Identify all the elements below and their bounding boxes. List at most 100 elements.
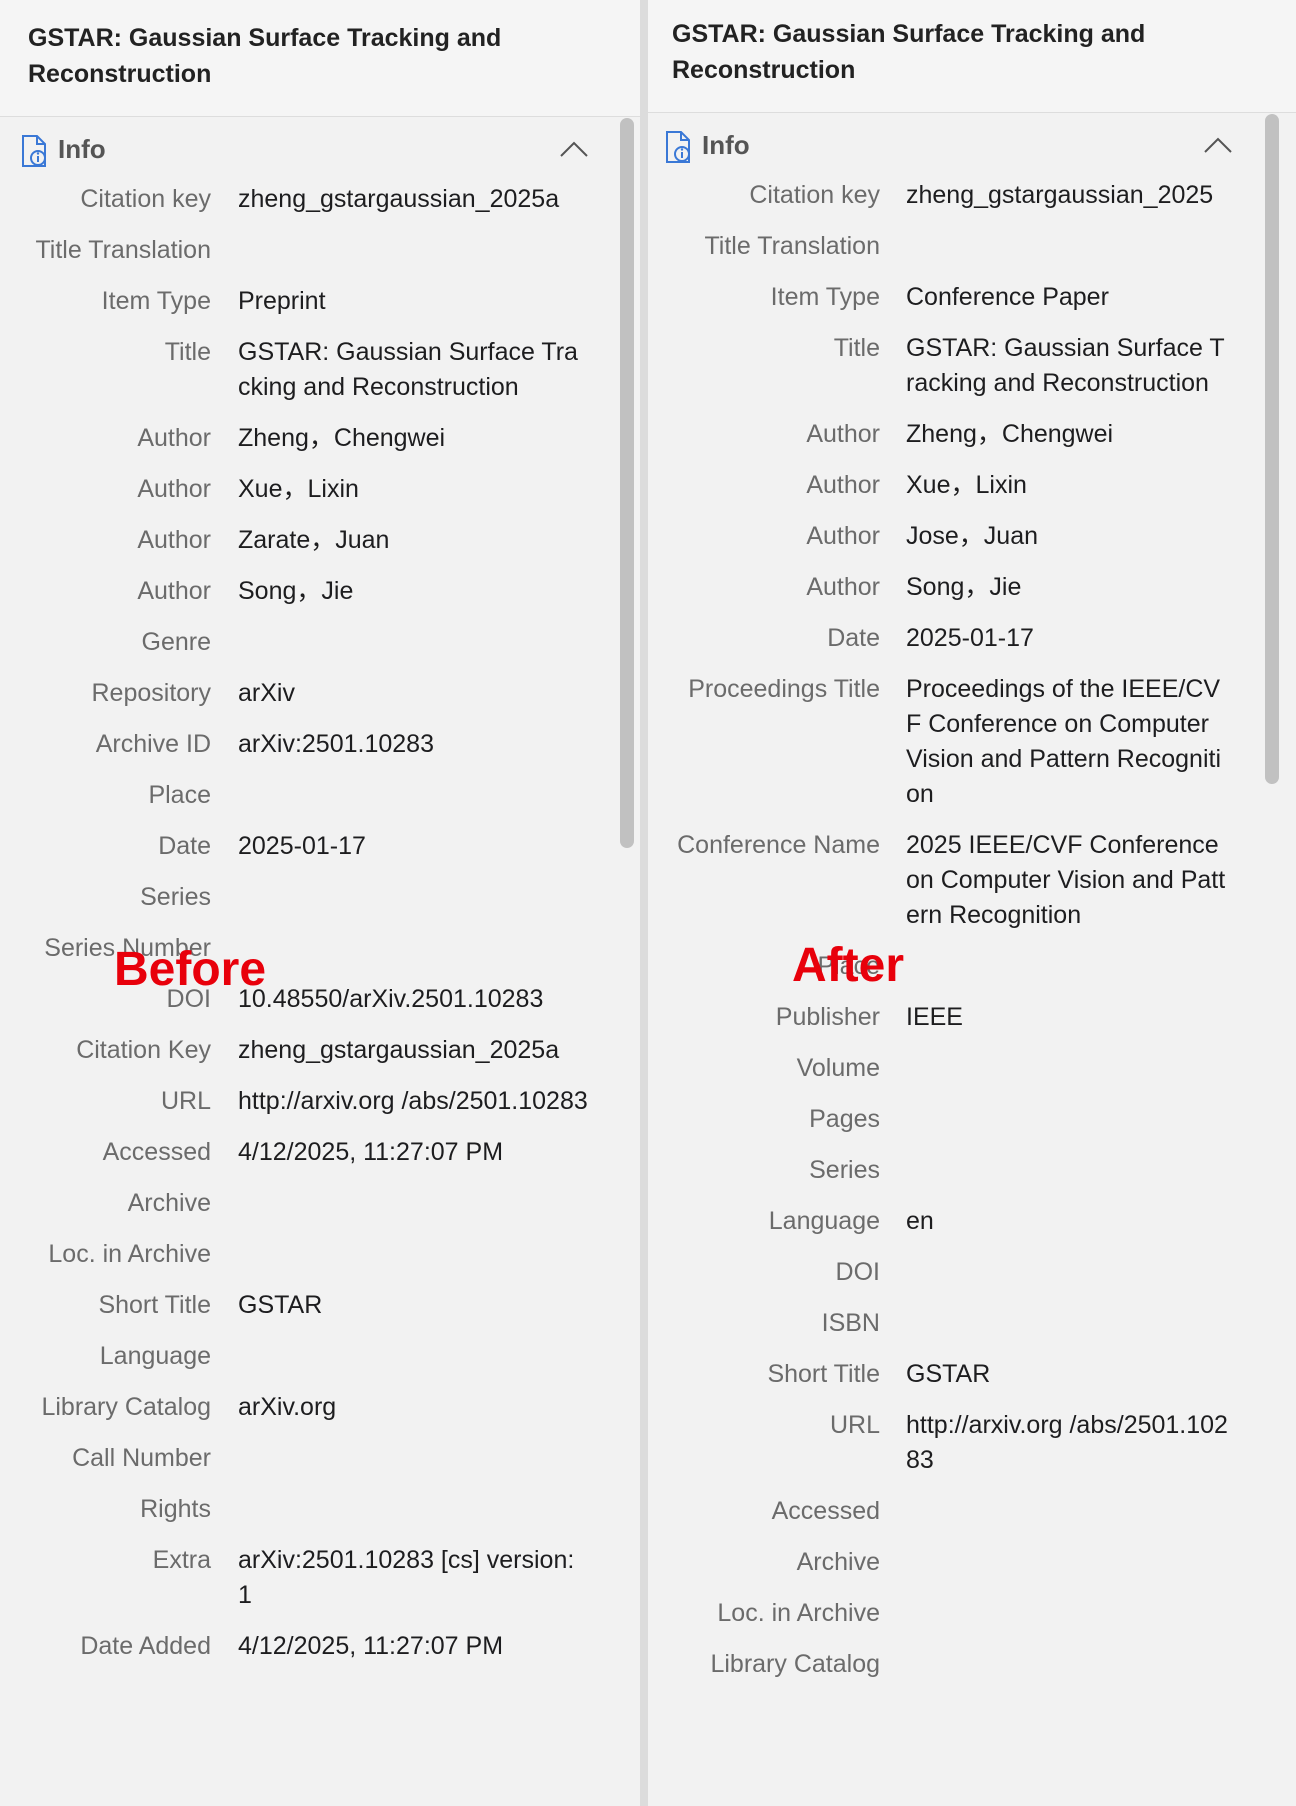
field-value-author[interactable]: Xue，Lixin [238, 472, 590, 507]
field-value-conference-name[interactable]: 2025 IEEE/CVF Conference on Computer Vis… [906, 828, 1232, 933]
field-value-series[interactable] [238, 880, 590, 915]
field-label: Loc. in Archive [717, 1599, 880, 1627]
info-section-header[interactable]: Info [648, 126, 1296, 166]
field-value-accessed[interactable]: 4/12/2025, 11:27:07 PM [238, 1135, 590, 1170]
field-label: Library Catalog [710, 1650, 880, 1678]
field-row-citation-key: Citation Key zheng_gstargaussian_2025a [0, 1033, 640, 1068]
field-value-series[interactable] [906, 1153, 1232, 1188]
field-label: Archive [127, 1189, 211, 1217]
field-value-accessed[interactable] [906, 1494, 1232, 1529]
field-value-title-translation[interactable] [238, 233, 590, 268]
field-row-publisher: Publisher IEEE [648, 1000, 1296, 1035]
field-value-short-title[interactable]: GSTAR [906, 1357, 1232, 1392]
field-row-title-translation: Title Translation [648, 229, 1296, 264]
field-value-author[interactable]: Jose，Juan [906, 519, 1232, 554]
field-value-genre[interactable] [238, 625, 590, 660]
field-label: Language [768, 1207, 880, 1235]
field-value-volume[interactable] [906, 1051, 1232, 1086]
field-value-url[interactable]: http://arxiv.org /abs/2501.10283 [238, 1084, 590, 1119]
field-label: DOI [835, 1258, 880, 1286]
field-value-loc-in-archive[interactable] [238, 1237, 590, 1272]
field-value-series-number[interactable] [238, 931, 590, 966]
field-row-pages: Pages [648, 1102, 1296, 1137]
field-value-call-number[interactable] [238, 1441, 590, 1476]
field-row-author: Author Zarate，Juan [0, 523, 640, 558]
field-label: Author [137, 475, 211, 503]
field-value-date[interactable]: 2025-01-17 [238, 829, 590, 864]
field-row-archive: Archive [648, 1545, 1296, 1580]
field-value-title[interactable]: GSTAR: Gaussian Surface Tracking and Rec… [906, 331, 1232, 401]
field-row-author: Author Zheng，Chengwei [0, 421, 640, 456]
field-row-conference-name: Conference Name 2025 IEEE/CVF Conference … [648, 828, 1296, 933]
field-row-genre: Genre [0, 625, 640, 660]
field-value-date-added[interactable]: 4/12/2025, 11:27:07 PM [238, 1629, 590, 1664]
field-value-short-title[interactable]: GSTAR [238, 1288, 590, 1323]
field-value-author[interactable]: Zarate，Juan [238, 523, 590, 558]
chevron-up-icon[interactable] [557, 134, 591, 164]
field-label: Citation Key [76, 1036, 211, 1064]
field-value-item-type[interactable]: Conference Paper [906, 280, 1232, 315]
field-value-author[interactable]: Zheng，Chengwei [906, 417, 1232, 452]
field-label: URL [160, 1087, 211, 1115]
pane-divider[interactable] [640, 0, 648, 1806]
field-row-library-catalog: Library Catalog arXiv.org [0, 1390, 640, 1425]
field-row-author: Author Xue，Lixin [648, 468, 1296, 503]
field-value-author[interactable]: Xue，Lixin [906, 468, 1232, 503]
field-value-author[interactable]: Zheng，Chengwei [238, 421, 590, 456]
field-label: Author [806, 522, 880, 550]
field-value-place[interactable] [238, 778, 590, 813]
field-value-repository[interactable]: arXiv [238, 676, 590, 711]
after-annotation: After [792, 939, 905, 992]
field-value-url[interactable]: http://arxiv.org /abs/2501.10283 [906, 1408, 1232, 1478]
field-value-pages[interactable] [906, 1102, 1232, 1137]
field-value-author[interactable]: Song，Jie [906, 570, 1232, 605]
field-value-archive-id[interactable]: arXiv:2501.10283 [238, 727, 590, 762]
field-value-archive[interactable] [906, 1545, 1232, 1580]
field-value-rights[interactable] [238, 1492, 590, 1527]
field-value-citation-key[interactable]: zheng_gstargaussian_2025a [238, 182, 590, 217]
field-value-title-translation[interactable] [906, 229, 1232, 264]
chevron-up-icon[interactable] [1201, 130, 1235, 160]
field-row-citation-key: Citation key zheng_gstargaussian_2025 [648, 178, 1296, 213]
field-value-citation-key[interactable]: zheng_gstargaussian_2025a [238, 1033, 590, 1068]
field-value-publisher[interactable]: IEEE [906, 1000, 1232, 1035]
field-value-language[interactable]: en [906, 1204, 1232, 1239]
field-label: Title Translation [704, 232, 880, 260]
field-value-loc-in-archive[interactable] [906, 1596, 1232, 1631]
vertical-scrollbar[interactable] [620, 118, 634, 848]
field-row-archive-id: Archive ID arXiv:2501.10283 [0, 727, 640, 762]
field-value-extra[interactable]: arXiv:2501.10283 [cs] version: 1 [238, 1543, 590, 1613]
field-label: Proceedings Title [688, 675, 880, 703]
field-value-citation-key[interactable]: zheng_gstargaussian_2025 [906, 178, 1232, 213]
field-row-url: URL http://arxiv.org /abs/2501.10283 [648, 1408, 1296, 1478]
field-value-place[interactable] [906, 949, 1232, 984]
field-row-archive: Archive [0, 1186, 640, 1221]
field-label: Citation key [80, 185, 211, 213]
field-row-author: Author Jose，Juan [648, 519, 1296, 554]
field-value-archive[interactable] [238, 1186, 590, 1221]
field-row-title: Title GSTAR: Gaussian Surface Tracking an… [648, 331, 1296, 401]
field-value-library-catalog[interactable]: arXiv.org [238, 1390, 590, 1425]
field-value-doi[interactable]: 10.48550/arXiv.2501.10283 [238, 982, 590, 1017]
field-row-extra: Extra arXiv:2501.10283 [cs] version: 1 [0, 1543, 640, 1613]
field-value-proceedings-title[interactable]: Proceedings of the IEEE/CVF Conference o… [906, 672, 1232, 812]
field-row-accessed: Accessed [648, 1494, 1296, 1529]
field-value-author[interactable]: Song，Jie [238, 574, 590, 609]
field-row-series: Series [0, 880, 640, 915]
field-value-library-catalog[interactable] [906, 1647, 1232, 1682]
field-value-date[interactable]: 2025-01-17 [906, 621, 1232, 656]
field-label: Date [827, 624, 880, 652]
field-row-language: Language [0, 1339, 640, 1374]
field-row-item-type: Item Type Conference Paper [648, 280, 1296, 315]
field-value-item-type[interactable]: Preprint [238, 284, 590, 319]
field-row-accessed: Accessed 4/12/2025, 11:27:07 PM [0, 1135, 640, 1170]
field-row-date: Date 2025-01-17 [0, 829, 640, 864]
field-value-language[interactable] [238, 1339, 590, 1374]
vertical-scrollbar[interactable] [1265, 114, 1279, 784]
item-title-heading: GSTAR: Gaussian Surface Tracking and Rec… [672, 20, 1146, 84]
field-value-title[interactable]: GSTAR: Gaussian Surface Tracking and Rec… [238, 335, 590, 405]
field-value-doi[interactable] [906, 1255, 1232, 1290]
info-section-header[interactable]: Info [0, 130, 640, 170]
field-label: Author [137, 526, 211, 554]
field-value-isbn[interactable] [906, 1306, 1232, 1341]
